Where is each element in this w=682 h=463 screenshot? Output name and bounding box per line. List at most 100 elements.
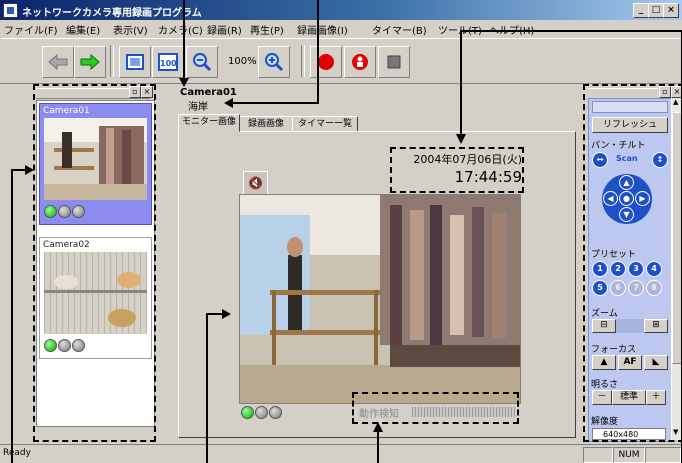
preset-button-8[interactable]: 8 — [646, 280, 662, 296]
date-text: 2004年07月06日(火) — [413, 153, 522, 166]
ptz-dial: ▲ ◀ ● ▶ ▼ — [602, 174, 652, 224]
status-gray-icon — [58, 339, 71, 352]
scan-label: Scan — [616, 154, 638, 163]
status-green-icon — [44, 205, 57, 218]
scroll-up-icon[interactable]: ▲ — [673, 98, 678, 106]
pan-left-button[interactable]: ◀ — [603, 191, 618, 206]
camera-item-01[interactable]: Camera01 — [39, 103, 152, 225]
menu-edit[interactable]: 編集(E) — [66, 22, 100, 37]
tab-monitor[interactable]: モニター画像 — [178, 114, 240, 132]
tilt-up-button[interactable]: ▲ — [619, 175, 634, 190]
pane-float-icon[interactable]: ▫ — [129, 86, 141, 98]
camera-status-indicators — [44, 339, 86, 355]
speaker-muted-icon: 🔇 — [248, 176, 263, 190]
scroll-down-icon[interactable]: ▼ — [673, 428, 678, 436]
record-settings-button[interactable] — [344, 46, 376, 78]
motion-level-bar — [412, 407, 515, 417]
menu-play[interactable]: 再生(P) — [250, 22, 284, 37]
autofocus-button[interactable]: AF — [618, 355, 642, 370]
actual-size-button[interactable]: 100 — [152, 46, 184, 78]
menu-timer[interactable]: タイマー(B) — [372, 22, 427, 37]
brightness-plus-button[interactable]: ＋ — [646, 390, 666, 405]
pointer-line — [317, 0, 319, 104]
preset-button-4[interactable]: 4 — [646, 261, 662, 277]
menu-file[interactable]: ファイル(F) — [4, 22, 58, 37]
pointer-arrowhead — [179, 78, 189, 87]
tab-recorded[interactable]: 録画画像 — [239, 116, 293, 132]
tilt-down-button[interactable]: ▼ — [619, 207, 634, 222]
fit-window-button[interactable] — [119, 46, 151, 78]
back-button[interactable] — [42, 46, 74, 78]
pane-float-icon[interactable]: ▫ — [659, 86, 671, 98]
zoom-slider[interactable]: ⊟ ⊞ — [592, 319, 668, 333]
focus-label: フォーカス — [591, 345, 637, 355]
zoom-label: ズーム — [591, 309, 618, 319]
pan-tilt-label: パン・チルト — [591, 141, 646, 151]
focus-far-button[interactable]: ◣ — [644, 355, 668, 370]
zoom-tele-button[interactable]: ⊞ — [644, 319, 668, 333]
pane-close-icon[interactable]: × — [141, 86, 153, 98]
motion-label: 動作検知 — [359, 409, 399, 420]
zoom-in-button[interactable] — [258, 46, 290, 78]
zoom-wide-button[interactable]: ⊟ — [592, 319, 616, 333]
status-gray-icon — [269, 406, 282, 419]
camera-item-02[interactable]: Camera02 — [39, 237, 152, 359]
zoom-in-icon — [265, 53, 284, 72]
pointer-line — [460, 30, 682, 32]
close-button[interactable]: × — [663, 3, 679, 18]
pointer-line — [232, 102, 319, 104]
preset-button-3[interactable]: 3 — [628, 261, 644, 277]
num-lock-indicator: NUM — [613, 447, 645, 463]
camera-control-pane: ▫ × リフレッシュ パン・チルト ↔ Scan ↕ ▲ ◀ ● ▶ ▼ プリセ… — [585, 85, 682, 442]
video-status-indicators — [241, 406, 283, 422]
camera-name: Camera01 — [180, 87, 237, 98]
arrow-right-icon — [80, 54, 100, 70]
menu-record[interactable]: 録画(R) — [207, 22, 242, 37]
brightness-standard-button[interactable]: 標準 — [612, 390, 646, 405]
preset-button-5[interactable]: 5 — [592, 280, 608, 296]
refresh-button[interactable]: リフレッシュ — [592, 117, 668, 133]
resolution-select[interactable]: 640x480 — [592, 428, 666, 440]
preset-button-7[interactable]: 7 — [628, 280, 644, 296]
record-button[interactable] — [310, 46, 342, 78]
camera-item-label: Camera01 — [43, 106, 90, 116]
datetime-display: 2004年07月06日(火) 17:44:59 — [394, 151, 522, 189]
pointer-arrowhead — [25, 165, 34, 175]
pan-scan-horizontal-button[interactable]: ↔ — [592, 152, 608, 168]
pointer-arrowhead — [224, 98, 233, 108]
status-panel — [645, 447, 681, 463]
menu-recorded-images[interactable]: 録画画像(I) — [297, 22, 348, 37]
brightness-minus-button[interactable]: － — [592, 390, 612, 405]
tilt-scan-vertical-button[interactable]: ↕ — [652, 152, 668, 168]
control-panel: リフレッシュ パン・チルト ↔ Scan ↕ ▲ ◀ ● ▶ ▼ プリセット 1… — [588, 98, 672, 442]
status-gray-icon — [72, 339, 85, 352]
focus-near-button[interactable]: ▲ — [592, 355, 616, 370]
pointer-line — [206, 314, 208, 463]
camera-list: Camera01 Camera02 — [36, 100, 155, 427]
minimize-button[interactable]: _ — [633, 3, 649, 18]
title-bar[interactable]: ネットワークカメラ専用録画プログラム _ □ × — [0, 0, 682, 20]
preset-button-6[interactable]: 6 — [610, 280, 626, 296]
arrow-left-icon — [48, 54, 68, 70]
time-text: 17:44:59 — [454, 168, 522, 186]
toolbar-separator — [301, 45, 305, 77]
status-text: Ready — [3, 448, 31, 458]
preset-button-2[interactable]: 2 — [610, 261, 626, 277]
live-video[interactable] — [239, 194, 521, 404]
actual-size-icon: 100 — [158, 53, 178, 71]
menu-view[interactable]: 表示(V) — [113, 22, 148, 37]
zoom-out-button[interactable] — [186, 46, 218, 78]
tab-timer-list[interactable]: タイマー一覧 — [292, 116, 358, 132]
pan-right-button[interactable]: ▶ — [635, 191, 650, 206]
resolution-label: 解像度 — [591, 417, 619, 427]
stop-button[interactable] — [378, 46, 410, 78]
ptz-home-button[interactable]: ● — [619, 191, 634, 206]
app-window: ネットワークカメラ専用録画プログラム _ □ × ファイル(F) 編集(E) 表… — [0, 0, 682, 463]
maximize-button[interactable]: □ — [648, 3, 664, 18]
forward-button[interactable] — [74, 46, 106, 78]
mute-button[interactable]: 🔇 — [243, 171, 268, 195]
record-person-icon — [352, 54, 368, 70]
preset-button-1[interactable]: 1 — [592, 261, 608, 277]
menu-camera[interactable]: カメラ(C) — [158, 22, 203, 37]
zoom-out-icon — [193, 53, 212, 72]
